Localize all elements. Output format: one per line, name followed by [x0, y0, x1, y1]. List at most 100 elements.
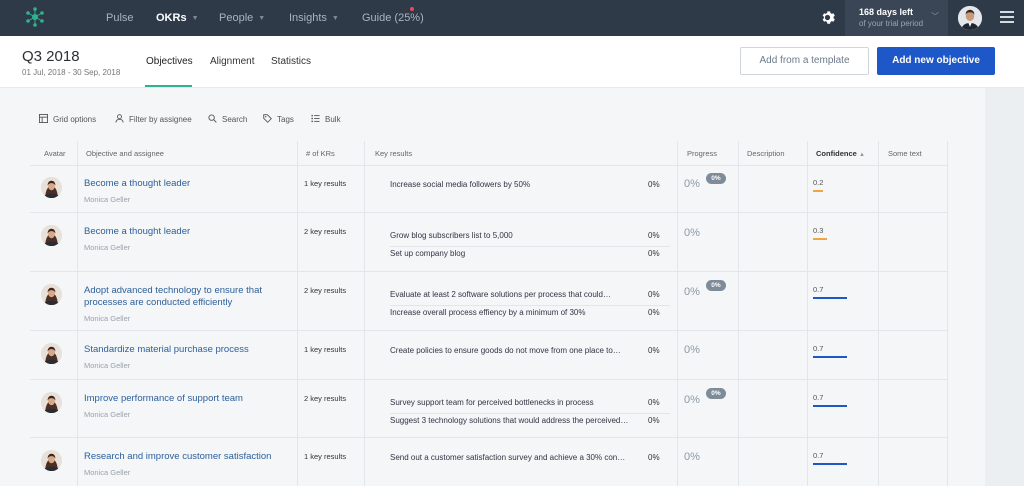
nav-item-okrs[interactable]: OKRs ▼ [156, 12, 199, 24]
table-row[interactable]: Improve performance of support team Monic… [30, 380, 948, 438]
nav-item-pulse[interactable]: Pulse [106, 12, 134, 24]
confidence-bar [813, 463, 847, 465]
column-header-avatar: Avatar [44, 149, 66, 158]
key-result-percent: 0% [648, 231, 660, 240]
avatar [41, 450, 62, 471]
tab-alignment[interactable]: Alignment [210, 56, 254, 67]
key-result-text[interactable]: Increase social media followers by 50% [390, 180, 630, 189]
avatar [41, 343, 62, 364]
key-result-item[interactable]: Suggest 3 technology solutions that woul… [390, 413, 700, 431]
table-row[interactable]: Adopt advanced technology to ensure that… [30, 272, 948, 331]
nav-item-label: Pulse [106, 12, 134, 24]
column-header-krs[interactable]: # of KRs [306, 149, 335, 158]
column-header-progress[interactable]: Progress [687, 149, 717, 158]
key-result-text[interactable]: Set up company blog [390, 249, 630, 258]
tags-button[interactable]: Tags [263, 114, 294, 124]
column-header-description[interactable]: Description [747, 149, 785, 158]
avatar [41, 392, 62, 413]
user-portrait-icon [41, 225, 62, 246]
column-header-key-results[interactable]: Key results [375, 149, 412, 158]
column-header-confidence[interactable]: Confidence ▲ [816, 149, 865, 158]
key-result-text[interactable]: Create policies to ensure goods do not m… [390, 346, 630, 355]
objective-title-link[interactable]: Improve performance of support team [84, 393, 289, 405]
filter-label: Filter by assignee [129, 115, 192, 124]
table-row[interactable]: Become a thought leader Monica Geller 1 ke… [30, 165, 948, 213]
key-result-item[interactable]: Survey support team for perceived bottle… [390, 395, 700, 413]
key-result-item[interactable]: Evaluate at least 2 software solutions p… [390, 287, 700, 305]
chevron-down-icon: ▼ [331, 15, 339, 22]
kr-divider [390, 246, 670, 247]
tag-icon [263, 114, 272, 123]
objective-progress: 0% [684, 286, 700, 298]
confidence-bar [813, 356, 847, 358]
date-range: 01 Jul, 2018 - 30 Sep, 2018 [22, 68, 121, 77]
key-result-item[interactable]: Create policies to ensure goods do not m… [390, 343, 700, 361]
nav-item-people[interactable]: People ▼ [219, 12, 265, 24]
confidence-value[interactable]: 0.7 [813, 344, 823, 353]
sort-ascending-icon: ▲ [858, 152, 865, 158]
objective-assignee: Monica Geller [84, 468, 131, 477]
confidence-value[interactable]: 0.3 [813, 226, 823, 235]
page-title: Q3 2018 [22, 48, 80, 65]
kr-divider [390, 305, 670, 306]
kr-count: 2 key results [304, 227, 347, 236]
nav-item-guide[interactable]: Guide (25%) [362, 12, 424, 24]
confidence-bar [813, 297, 847, 299]
key-result-text[interactable]: Grow blog subscribers list to 5,000 [390, 231, 630, 240]
key-result-item[interactable]: Send out a customer satisfaction survey … [390, 450, 700, 468]
hamburger-menu-icon[interactable] [1000, 11, 1014, 23]
confidence-bar [813, 238, 827, 240]
objective-assignee: Monica Geller [84, 195, 131, 204]
progress-badge: 0% [706, 388, 726, 399]
confidence-value[interactable]: 0.7 [813, 285, 823, 294]
objective-title-link[interactable]: Become a thought leader [84, 226, 289, 238]
chevron-down-icon: ▼ [191, 15, 199, 22]
grid-options-button[interactable]: Grid options [39, 114, 96, 124]
table-row[interactable]: Become a thought leader Monica Geller 2 ke… [30, 213, 948, 272]
add-from-template-button[interactable]: Add from a template [740, 47, 869, 75]
key-result-text[interactable]: Suggest 3 technology solutions that woul… [390, 416, 630, 425]
user-icon [115, 114, 124, 123]
key-result-text[interactable]: Evaluate at least 2 software solutions p… [390, 290, 630, 299]
key-result-text[interactable]: Survey support team for perceived bottle… [390, 398, 630, 407]
table-row[interactable]: Standardize material purchase process Mon… [30, 331, 948, 380]
objective-title-link[interactable]: Research and improve customer satisfacti… [84, 451, 289, 463]
key-result-percent: 0% [648, 249, 660, 258]
gear-icon[interactable] [820, 10, 835, 25]
app-logo-icon[interactable] [26, 7, 44, 27]
user-avatar[interactable] [958, 6, 982, 30]
key-result-item[interactable]: Increase overall process effiency by a m… [390, 305, 700, 323]
top-navigation: Pulse OKRs ▼ People ▼ Insights ▼ Guide (25%… [0, 0, 1024, 36]
avatar [41, 177, 62, 198]
add-new-objective-button[interactable]: Add new objective [877, 47, 995, 75]
right-panel-strip [985, 88, 1024, 486]
filter-by-assignee-button[interactable]: Filter by assignee [115, 114, 192, 124]
key-result-item[interactable]: Set up company blog 0% [390, 246, 700, 264]
confidence-value[interactable]: 0.7 [813, 451, 823, 460]
key-result-text[interactable]: Increase overall process effiency by a m… [390, 308, 630, 317]
kr-count: 1 key results [304, 452, 347, 461]
key-result-text[interactable]: Send out a customer satisfaction survey … [390, 453, 630, 462]
objective-title-link[interactable]: Adopt advanced technology to ensure that… [84, 285, 289, 309]
chevron-down-icon: ﹀ [931, 12, 939, 21]
objective-progress: 0% [684, 451, 700, 463]
column-header-some-text[interactable]: Some text [888, 149, 922, 158]
tab-objectives[interactable]: Objectives [146, 56, 193, 67]
objective-title-link[interactable]: Become a thought leader [84, 178, 289, 190]
trial-period-dropdown[interactable]: 168 days left of your trial period ﹀ [845, 0, 948, 36]
key-result-item[interactable]: Grow blog subscribers list to 5,000 0% [390, 228, 700, 246]
confidence-value[interactable]: 0.2 [813, 178, 823, 187]
key-result-item[interactable]: Increase social media followers by 50% 0% [390, 177, 700, 195]
objective-title-link[interactable]: Standardize material purchase process [84, 344, 289, 356]
table-row[interactable]: Research and improve customer satisfacti… [30, 438, 948, 486]
bulk-button[interactable]: Bulk [311, 114, 341, 124]
nav-item-label: Insights [289, 12, 327, 24]
objective-assignee: Monica Geller [84, 361, 131, 370]
search-button[interactable]: Search [208, 114, 247, 124]
user-portrait-icon [41, 392, 62, 413]
confidence-value[interactable]: 0.7 [813, 393, 823, 402]
nav-item-insights[interactable]: Insights ▼ [289, 12, 339, 24]
objective-progress: 0% [684, 227, 700, 239]
column-header-objective[interactable]: Objective and assignee [86, 149, 164, 158]
tab-statistics[interactable]: Statistics [271, 56, 311, 67]
